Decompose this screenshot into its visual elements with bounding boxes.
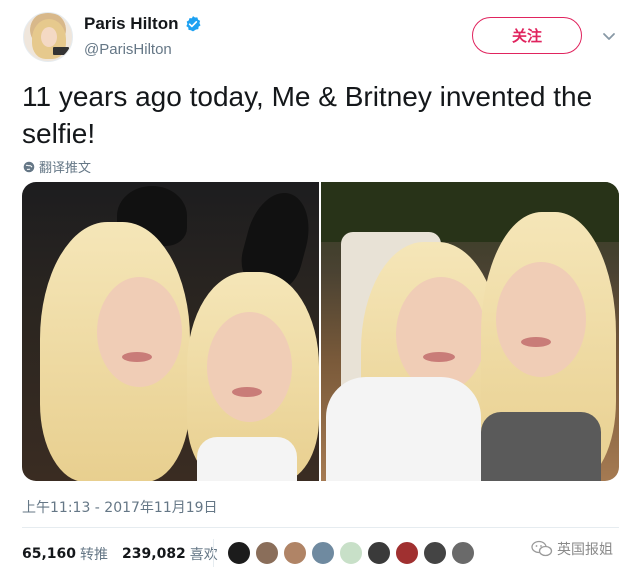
face-shape <box>97 277 182 387</box>
face-shape <box>396 277 486 392</box>
chevron-down-icon[interactable] <box>601 28 617 44</box>
tweet-text: 11 years ago today, Me & Britney invente… <box>22 81 593 149</box>
retweets-count[interactable]: 65,160 <box>22 546 76 562</box>
lips-shape <box>232 387 262 397</box>
top-shape <box>481 412 601 481</box>
tweet-stats: 65,160 转推 239,082 喜欢 <box>22 544 232 564</box>
liker-avatar[interactable] <box>395 541 419 565</box>
liker-avatar[interactable] <box>451 541 475 565</box>
lips-shape <box>423 352 455 362</box>
divider <box>22 527 619 528</box>
shirt-shape <box>326 377 481 481</box>
photo-right[interactable] <box>321 182 619 481</box>
wechat-icon <box>531 540 553 557</box>
display-name-text: Paris Hilton <box>84 14 179 33</box>
avatar-badge <box>53 47 69 55</box>
lips-shape <box>122 352 152 362</box>
avatar[interactable] <box>23 12 73 62</box>
liker-avatar[interactable] <box>255 541 279 565</box>
face-shape <box>207 312 292 422</box>
avatar-face <box>41 27 57 47</box>
watermark-text: 英国报姐 <box>557 542 613 558</box>
liker-avatar[interactable] <box>367 541 391 565</box>
divider <box>213 539 214 567</box>
user-handle[interactable]: @ParisHilton <box>84 41 172 58</box>
liker-avatar[interactable] <box>423 541 447 565</box>
liker-avatar[interactable] <box>227 541 251 565</box>
tweet-media[interactable] <box>22 182 619 481</box>
face-shape <box>496 262 586 377</box>
display-name[interactable]: Paris Hilton <box>84 14 202 34</box>
lips-shape <box>521 337 551 347</box>
translate-label: 翻译推文 <box>39 161 92 176</box>
liker-avatar[interactable] <box>283 541 307 565</box>
liker-avatar[interactable] <box>339 541 363 565</box>
retweets-label[interactable]: 转推 <box>80 544 108 564</box>
liker-avatar[interactable] <box>311 541 335 565</box>
follow-button[interactable]: 关注 <box>472 17 582 54</box>
watermark: 英国报姐 <box>531 539 613 559</box>
photo-left[interactable] <box>22 182 319 481</box>
tweet-timestamp[interactable]: 上午11:13 - 2017年11月19日 <box>22 497 218 517</box>
verified-badge-icon <box>186 16 201 32</box>
liker-avatars <box>227 541 475 565</box>
likes-count[interactable]: 239,082 <box>122 546 186 562</box>
shirt-shape <box>197 437 297 481</box>
globe-icon <box>23 161 35 172</box>
translate-link[interactable]: 翻译推文 <box>23 157 91 176</box>
